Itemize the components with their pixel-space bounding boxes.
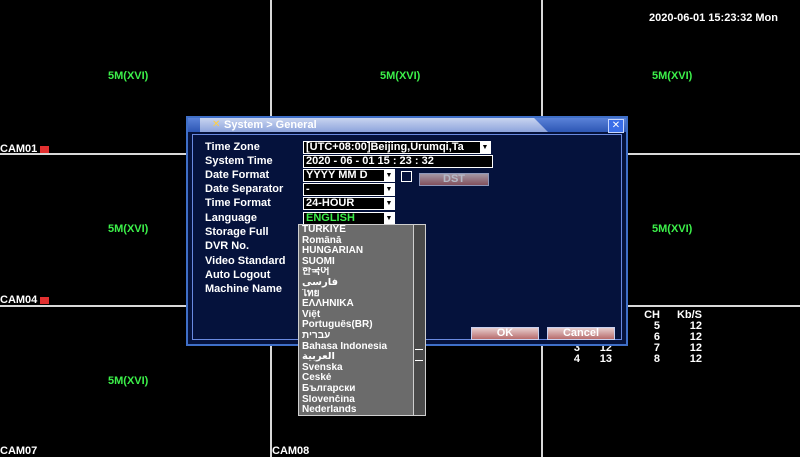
cell-resolution-label: 5M(XVI) [108,70,149,82]
date-separator-label: Date Separator [205,183,284,195]
dialog-title: System > General [224,119,317,131]
language-option[interactable]: Nederlands [299,405,425,416]
language-option[interactable]: Svenska [299,363,425,374]
cell-resolution-label: 5M(XVI) [108,375,149,387]
time-format-value: 24-HOUR [306,197,355,209]
language-option[interactable]: فارسی [299,278,425,289]
dropdown-arrow-icon: ▼ [384,184,394,195]
camera-name-label: CAM04 [0,294,38,306]
language-option[interactable]: עברית [299,331,425,342]
language-option[interactable]: HUNGARIAN [299,246,425,257]
language-option[interactable]: Български [299,384,425,395]
cell-resolution-label: 5M(XVI) [108,223,149,235]
time-format-label: Time Format [205,197,271,209]
dvr-no-label: DVR No. [205,240,249,252]
date-separator-select[interactable]: - ▼ [303,183,395,196]
language-option[interactable]: ไทย [299,289,425,300]
time-format-select[interactable]: 24-HOUR ▼ [303,197,395,210]
camera-name: CAM04 [0,294,50,306]
language-list-scrollbar[interactable] [413,225,425,415]
language-option[interactable]: Việt [299,310,425,321]
language-option[interactable]: Slovenčina [299,395,425,406]
dropdown-arrow-icon: ▼ [384,170,394,181]
system-time-input[interactable]: 2020 - 06 - 01 15 : 23 : 32 [303,155,493,168]
dialog-titlebar: ✕ System > General ✕ [188,118,626,133]
auto-logout-label: Auto Logout [205,269,271,281]
dst-button[interactable]: DST [419,173,489,186]
language-option[interactable]: 한국어 [299,267,425,278]
close-button[interactable]: ✕ [608,119,624,133]
ok-button[interactable]: OK [471,327,539,340]
language-option[interactable]: Română [299,236,425,247]
cancel-button[interactable]: Cancel [547,327,615,340]
stats-cell: 4 [573,353,580,365]
wrench-icon: ✕ [212,119,221,130]
system-time-label: System Time [205,155,273,167]
stats-cell: 13 [599,353,612,365]
language-option[interactable]: SUOMI [299,257,425,268]
stats-cell: 12 [689,353,702,365]
scroll-thumb[interactable] [415,349,423,361]
speaker-muted-icon [40,145,50,153]
dropdown-arrow-icon: ▼ [384,213,394,224]
stats-cell: 8 [653,353,660,365]
datetime-overlay: 2020-06-01 15:23:32 Mon [648,12,778,24]
date-format-label: Date Format [205,169,270,181]
dropdown-arrow-icon: ▼ [384,198,394,209]
time-zone-value: [UTC+08:00]Beijing,Urumqi,Ta [306,141,464,153]
language-option[interactable]: Português(BR) [299,320,425,331]
date-separator-value: - [306,183,310,195]
date-format-value: YYYY MM D [306,169,368,181]
language-option[interactable]: ΕΛΛΗΝΙΚΑ [299,299,425,310]
machine-name-label: Machine Name [205,283,283,295]
cell-resolution-label: 5M(XVI) [652,223,693,235]
language-options: TÜRKIYE Română HUNGARIAN SUOMI 한국어 فارسی ไทย ΕΛ… [299,225,425,416]
camera-name-label: CAM01 [0,143,38,155]
camera-name: CAM07 [0,445,37,457]
language-option[interactable]: TÜRKIYE [299,225,425,236]
dropdown-arrow-icon: ▼ [480,142,490,153]
camera-name-label: CAM08 [272,445,310,457]
storage-full-label: Storage Full [205,226,269,238]
camera-name: CAM08 [272,445,309,457]
language-option[interactable]: العربية [299,352,425,363]
language-value: ENGLISH [306,212,355,224]
camera-name: CAM01 [0,143,50,155]
speaker-muted-icon [40,296,50,304]
time-zone-label: Time Zone [205,141,260,153]
cell-resolution-label: 5M(XVI) [380,70,421,82]
time-zone-select[interactable]: [UTC+08:00]Beijing,Urumqi,Ta ▼ [303,141,491,154]
dst-checkbox[interactable] [401,171,412,182]
date-format-select[interactable]: YYYY MM D ▼ [303,169,395,182]
cell-resolution-label: 5M(XVI) [652,70,693,82]
camera-name-label: CAM07 [0,445,38,457]
video-standard-label: Video Standard [205,255,286,267]
language-option[interactable]: České [299,373,425,384]
language-dropdown-list[interactable]: TÜRKIYE Română HUNGARIAN SUOMI 한국어 فارسی ไทย ΕΛ… [298,224,426,416]
language-option[interactable]: Bahasa Indonesia [299,342,425,353]
language-label: Language [205,212,257,224]
